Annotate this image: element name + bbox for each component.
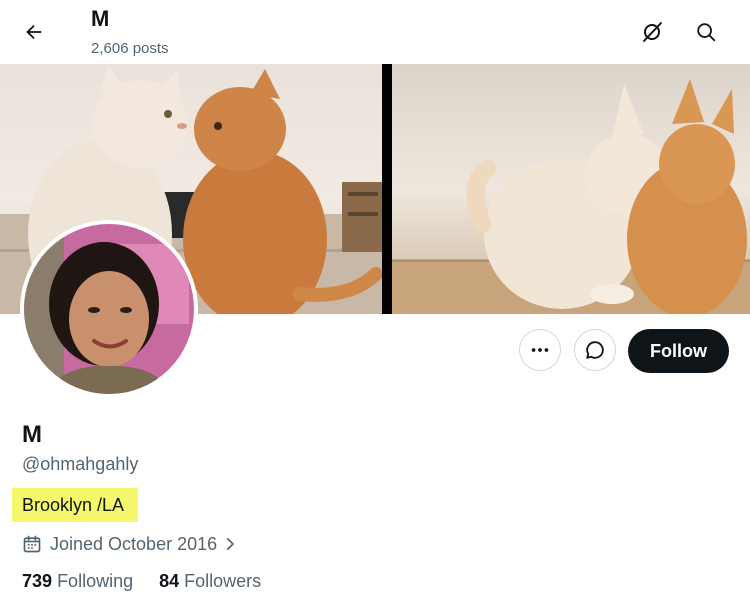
banner-photo-right (392, 64, 750, 314)
avatar-photo (24, 224, 194, 394)
more-icon (531, 348, 549, 352)
follow-button[interactable]: Follow (628, 329, 729, 373)
profile-display-name: M (22, 421, 42, 448)
following-count: 739 (22, 571, 53, 591)
following-link[interactable]: 739 Following (22, 571, 133, 592)
grok-icon (643, 22, 662, 42)
joined-date[interactable]: Joined October 2016 (22, 532, 239, 556)
header-name: M (91, 6, 110, 31)
search-icon (697, 23, 716, 42)
follow-stats: 739 Following 84 Followers (22, 571, 261, 592)
profile-avatar[interactable] (20, 220, 198, 398)
back-button[interactable] (14, 12, 54, 52)
calendar-icon (23, 535, 41, 553)
top-bar: M 2,606 posts (0, 0, 750, 64)
arrow-left-icon (26, 24, 42, 40)
posts-count: 2,606 posts (91, 40, 169, 57)
more-button[interactable] (519, 329, 561, 371)
followers-count: 84 (159, 571, 180, 591)
bio-location: Brooklyn /LA (12, 488, 139, 522)
message-icon (586, 341, 604, 359)
joined-label: Joined October 2016 (50, 533, 218, 554)
message-button[interactable] (574, 329, 616, 371)
following-label: Following (57, 571, 134, 591)
profile-handle: @ohmahgahly (22, 454, 139, 474)
search-button[interactable] (686, 12, 726, 52)
grok-button[interactable] (632, 12, 672, 52)
chevron-right-icon (227, 537, 234, 551)
followers-link[interactable]: 84 Followers (159, 571, 261, 592)
followers-label: Followers (184, 571, 262, 591)
